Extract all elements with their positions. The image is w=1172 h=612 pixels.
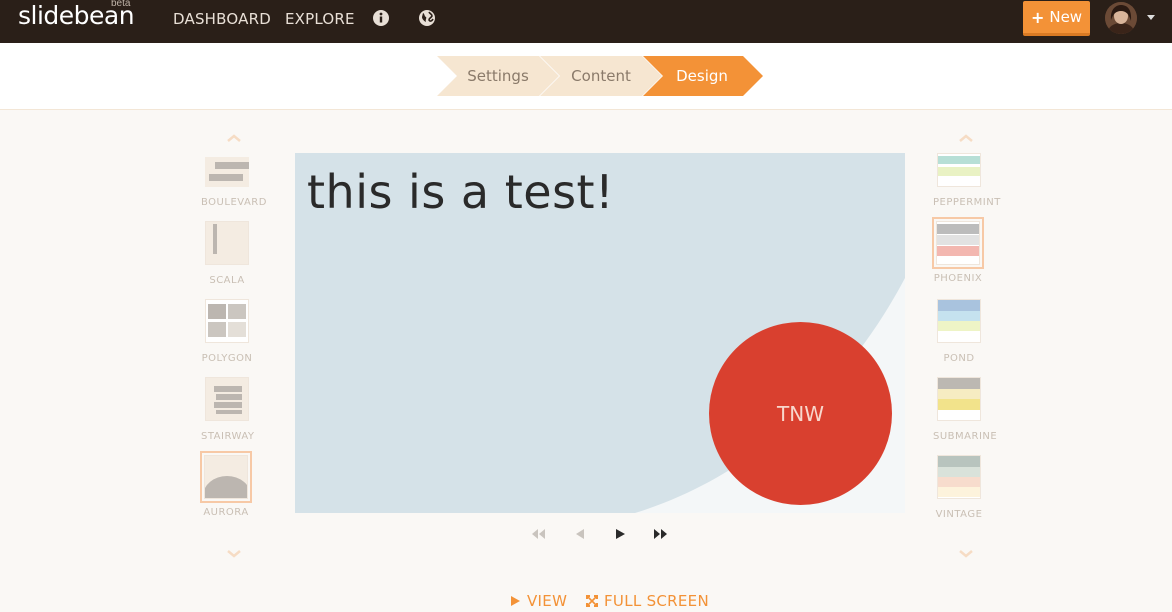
theme-thumbnail xyxy=(937,299,981,343)
view-presentation-link[interactable]: VIEW xyxy=(510,592,567,610)
theme-label: SCALA xyxy=(209,275,245,286)
step-design-label: Design xyxy=(676,67,728,85)
beta-badge: beta xyxy=(111,0,131,9)
avatar-image xyxy=(1105,2,1137,34)
last-slide-icon[interactable] xyxy=(653,528,669,540)
theme-thumbnail xyxy=(205,299,249,343)
theme-label: POND xyxy=(943,353,975,364)
new-button-label: New xyxy=(1049,8,1083,26)
fullscreen-link[interactable]: FULL SCREEN xyxy=(586,592,709,610)
theme-label: STAIRWAY xyxy=(201,431,255,442)
theme-thumbnail xyxy=(936,221,980,265)
theme-thumbnail xyxy=(937,455,981,499)
selected-theme-frame xyxy=(932,217,984,269)
theme-stairway[interactable]: STAIRWAY xyxy=(201,377,255,442)
slide-circle-text: TNW xyxy=(777,401,824,426)
plus-icon: + xyxy=(1030,7,1045,27)
globe-icon[interactable] xyxy=(418,9,436,27)
first-slide-icon[interactable] xyxy=(530,528,546,540)
theme-thumbnail xyxy=(205,221,249,265)
themes-left-scroll-down-icon[interactable] xyxy=(226,549,242,559)
step-content-label: Content xyxy=(571,67,631,85)
selected-theme-frame xyxy=(200,451,252,503)
theme-aurora[interactable]: AURORA xyxy=(200,451,252,518)
theme-polygon[interactable]: POLYGON xyxy=(201,299,253,364)
theme-pond[interactable]: POND xyxy=(933,299,985,364)
themes-right-scroll-up-icon[interactable] xyxy=(958,133,974,143)
step-design[interactable]: Design xyxy=(643,56,765,96)
theme-label: SUBMARINE xyxy=(933,431,998,442)
themes-right-scroll-down-icon[interactable] xyxy=(958,549,974,559)
theme-label: AURORA xyxy=(203,507,249,518)
theme-phoenix[interactable]: PHOENIX xyxy=(932,217,984,284)
next-slide-icon[interactable] xyxy=(612,528,628,540)
theme-label: PEPPERMINT xyxy=(933,197,1001,208)
theme-thumbnail xyxy=(205,157,249,187)
nav-explore-link[interactable]: EXPLORE xyxy=(285,10,355,28)
new-presentation-button[interactable]: + New xyxy=(1023,1,1090,36)
theme-label: POLYGON xyxy=(201,353,253,364)
theme-boulevard[interactable]: BOULEVARD xyxy=(201,157,267,208)
theme-thumbnail xyxy=(205,377,249,421)
slide-preview[interactable]: this is a test! TNW xyxy=(295,153,905,513)
expand-icon xyxy=(586,595,598,607)
previous-slide-icon[interactable] xyxy=(572,528,588,540)
theme-thumbnail xyxy=(204,455,248,499)
theme-label: PHOENIX xyxy=(933,273,983,284)
theme-thumbnail xyxy=(937,377,981,421)
wizard-steps-bar: Settings Content Design xyxy=(0,43,1172,110)
theme-submarine[interactable]: SUBMARINE xyxy=(933,377,998,442)
theme-label: VINTAGE xyxy=(935,509,983,520)
slide-circle-shape: TNW xyxy=(709,322,892,505)
theme-thumbnail xyxy=(937,153,981,187)
themes-left-scroll-up-icon[interactable] xyxy=(226,133,242,143)
step-settings-label: Settings xyxy=(467,67,529,85)
view-label: VIEW xyxy=(527,592,568,610)
user-avatar[interactable] xyxy=(1105,2,1137,34)
theme-vintage[interactable]: VINTAGE xyxy=(933,455,985,520)
slide-title: this is a test! xyxy=(307,165,615,219)
user-menu-caret-icon[interactable] xyxy=(1147,15,1155,20)
theme-peppermint[interactable]: PEPPERMINT xyxy=(933,153,1001,208)
fullscreen-label: FULL SCREEN xyxy=(604,592,709,610)
top-navbar: slidebean beta DASHBOARD EXPLORE + New xyxy=(0,0,1172,43)
info-icon[interactable] xyxy=(372,9,390,27)
play-icon xyxy=(511,596,520,606)
theme-scala[interactable]: SCALA xyxy=(201,221,253,286)
nav-dashboard-link[interactable]: DASHBOARD xyxy=(173,10,271,28)
theme-label: BOULEVARD xyxy=(201,197,267,208)
